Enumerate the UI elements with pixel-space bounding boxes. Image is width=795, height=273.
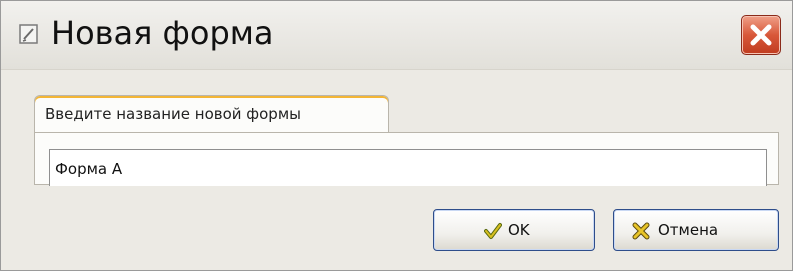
tab-form-name[interactable]: Введите название новой формы [34, 95, 389, 133]
cancel-button[interactable]: Отмена [613, 209, 779, 251]
dialog-title: Новая форма [51, 14, 274, 52]
title-bar[interactable]: Новая форма [1, 1, 792, 70]
form-name-value: Форма А [55, 160, 123, 178]
form-name-input[interactable]: Форма А [49, 149, 767, 186]
tab-panel: Форма А [34, 132, 779, 186]
cross-icon [632, 222, 650, 240]
checkmark-icon [484, 223, 502, 239]
new-form-dialog: Новая форма Введите название новой формы… [0, 0, 793, 271]
cancel-button-label: Отмена [658, 221, 719, 239]
close-icon [750, 24, 772, 46]
close-button[interactable] [741, 15, 781, 55]
ok-button-label: OK [508, 221, 530, 239]
form-icon [19, 24, 38, 44]
ok-button[interactable]: OK [433, 209, 595, 251]
tab-label: Введите название новой формы [45, 105, 301, 123]
